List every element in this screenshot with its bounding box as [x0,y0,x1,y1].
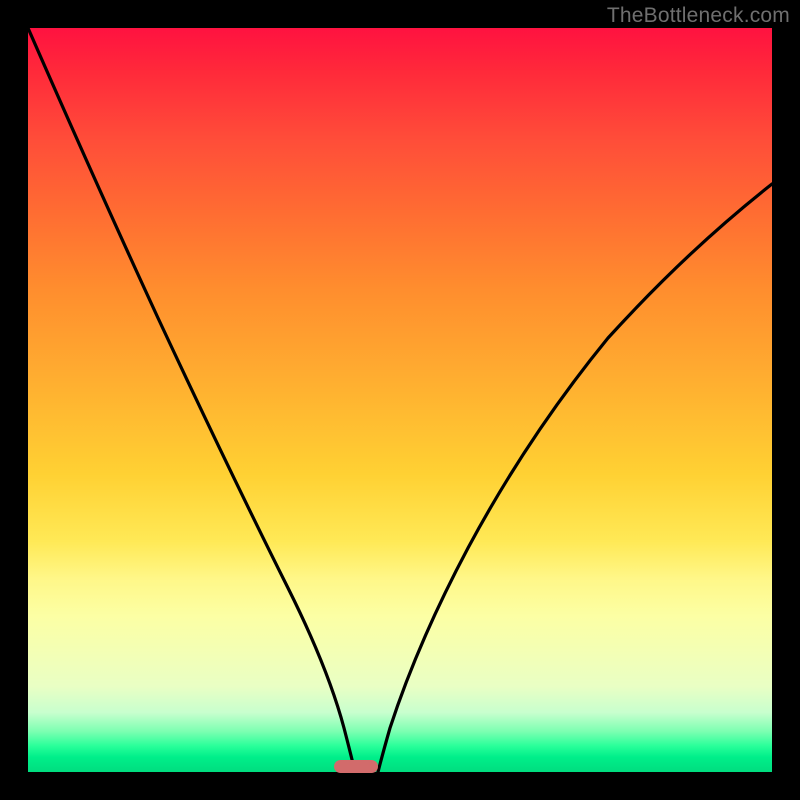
frame: TheBottleneck.com [0,0,800,800]
left-curve-path [28,28,355,772]
right-curve-path [378,184,772,772]
bottleneck-curves [28,28,772,772]
plot-area [28,28,772,772]
watermark-text: TheBottleneck.com [607,4,790,28]
ideal-marker [334,760,378,773]
